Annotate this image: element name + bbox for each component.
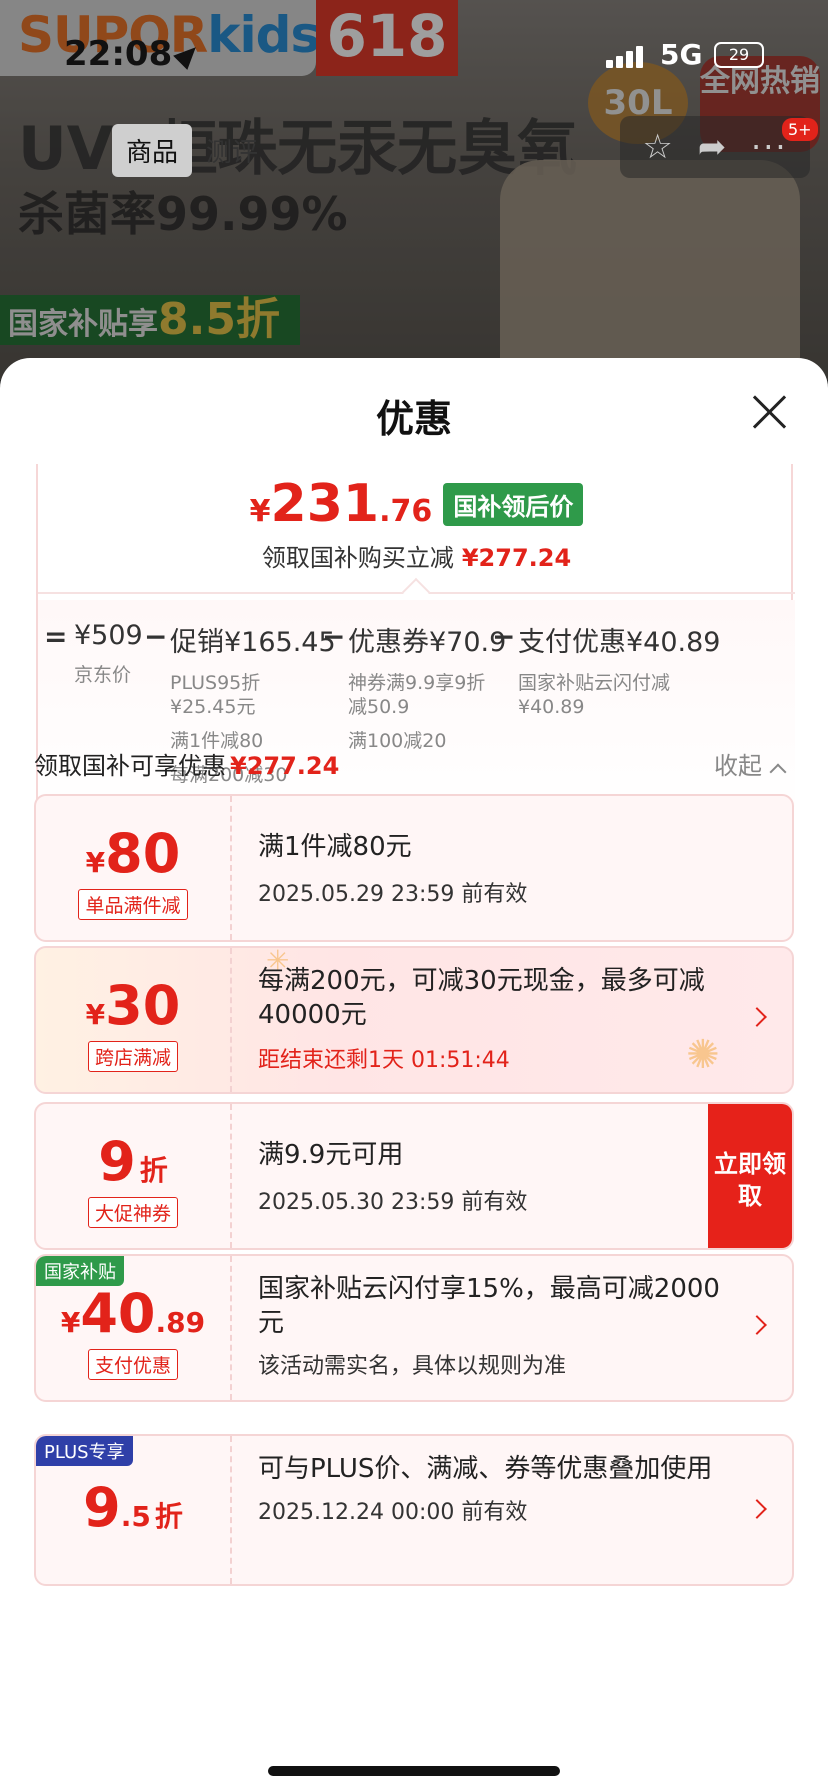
close-icon[interactable] (750, 392, 790, 432)
coupon-countdown: 距结束还剩1天 01:51:44 (258, 1048, 510, 1073)
tab-review[interactable]: 测评 (192, 124, 272, 177)
coupon-type: 大促神券 (87, 1197, 178, 1228)
coupon-amount: ¥40.89 (60, 1282, 206, 1345)
coupon-amount: 9.5 折 (83, 1476, 183, 1539)
coupon-card[interactable]: ¥80 单品满件减 满1件减80元 2025.05.29 23:59 前有效 (34, 794, 794, 942)
price-savings: 领取国补购买立减 ¥277.24 (261, 544, 572, 572)
product-nav-tabs: 商品 测评 (112, 124, 272, 177)
chevron-right-icon (747, 1499, 767, 1519)
cell-signal-icon (606, 44, 650, 68)
sheet-title: 优惠 (375, 397, 452, 441)
breakdown-jd-price: ¥509 京东价 (74, 620, 143, 686)
price-breakdown: = ¥509 京东价 − 促销¥165.45 PLUS95折 ¥25.45元 满… (38, 600, 795, 820)
chevron-right-icon (747, 1315, 767, 1335)
operator-minus: − (492, 620, 516, 653)
breakdown-payment: 支付优惠¥40.89 国家补贴云闪付减 ¥40.89 (518, 627, 721, 718)
collapse-button[interactable]: 收起 (714, 746, 787, 781)
chevron-up-icon (769, 763, 787, 781)
network-type: 5G (660, 38, 703, 71)
discount-list-header: 领取国补可享优惠 ¥277.24 (34, 752, 340, 780)
coupon-type: 单品满件减 (78, 889, 188, 920)
coupon-validity: 2025.05.29 23:59 前有效 (258, 882, 528, 907)
coupon-condition: 每满200元，可减30元现金，最多可减40000元 (258, 966, 705, 1030)
final-price: ¥231.76 (249, 474, 433, 534)
coupon-amount: 9折 (98, 1130, 168, 1193)
coupon-card[interactable]: 国家补贴 ¥40.89 支付优惠 国家补贴云闪付享15%，最高可减2000元 该… (34, 1254, 794, 1402)
tab-product[interactable]: 商品 (112, 124, 193, 177)
coupon-condition: 满9.9元可用 (258, 1140, 404, 1170)
operator-minus: − (322, 620, 346, 653)
home-indicator (268, 1766, 560, 1776)
coupon-condition: 国家补贴云闪付享15%，最高可减2000元 (258, 1274, 720, 1338)
coupon-card[interactable]: 9折 大促神券 满9.9元可用 2025.05.30 23:59 前有效 立即领… (34, 1102, 794, 1250)
chevron-right-icon (747, 1007, 767, 1027)
claim-coupon-button[interactable]: 立即领取 (708, 1104, 792, 1248)
coupon-condition: 满1件减80元 (258, 832, 412, 862)
message-count-badge: 5+ (782, 118, 818, 141)
coupon-condition: 可与PLUS价、满减、券等优惠叠加使用 (258, 1454, 713, 1484)
coupon-card[interactable]: PLUS专享 9.5 折 可与PLUS价、满减、券等优惠叠加使用 2025.12.… (34, 1434, 794, 1586)
coupon-type: 支付优惠 (87, 1349, 178, 1380)
operator-minus: − (144, 620, 168, 653)
coupon-type: 跨店满减 (87, 1041, 178, 1072)
coupon-amount: ¥30 (85, 974, 181, 1037)
status-bar: 22:08 5G 29 (0, 0, 828, 110)
operator-equals: = (44, 620, 68, 653)
share-icon[interactable]: ➦ (698, 130, 727, 164)
coupon-validity: 2025.05.30 23:59 前有效 (258, 1190, 528, 1215)
coupon-validity: 2025.12.24 00:00 前有效 (258, 1500, 528, 1525)
subsidy-price-tag: 国补领后价 (443, 482, 584, 526)
coupon-card[interactable]: ✳ ✺ ¥30 跨店满减 每满200元，可减30元现金，最多可减40000元 距… (34, 946, 794, 1094)
star-icon[interactable]: ☆ (642, 130, 672, 164)
location-arrow-icon (173, 40, 203, 70)
status-time: 22:08 (64, 34, 173, 74)
breakdown-coupon: 优惠券¥70.9 神券满9.9享9折 减50.9 满100减20 (348, 627, 507, 752)
coupon-validity: 该活动需实名，具体以规则为准 (258, 1354, 567, 1379)
coupon-amount: ¥80 (85, 822, 181, 885)
discount-sheet: 优惠 ¥231.76 国补领后价 领取国补购买立减 ¥277.24 = ¥509 … (0, 358, 828, 1792)
battery-icon: 29 (714, 42, 764, 68)
